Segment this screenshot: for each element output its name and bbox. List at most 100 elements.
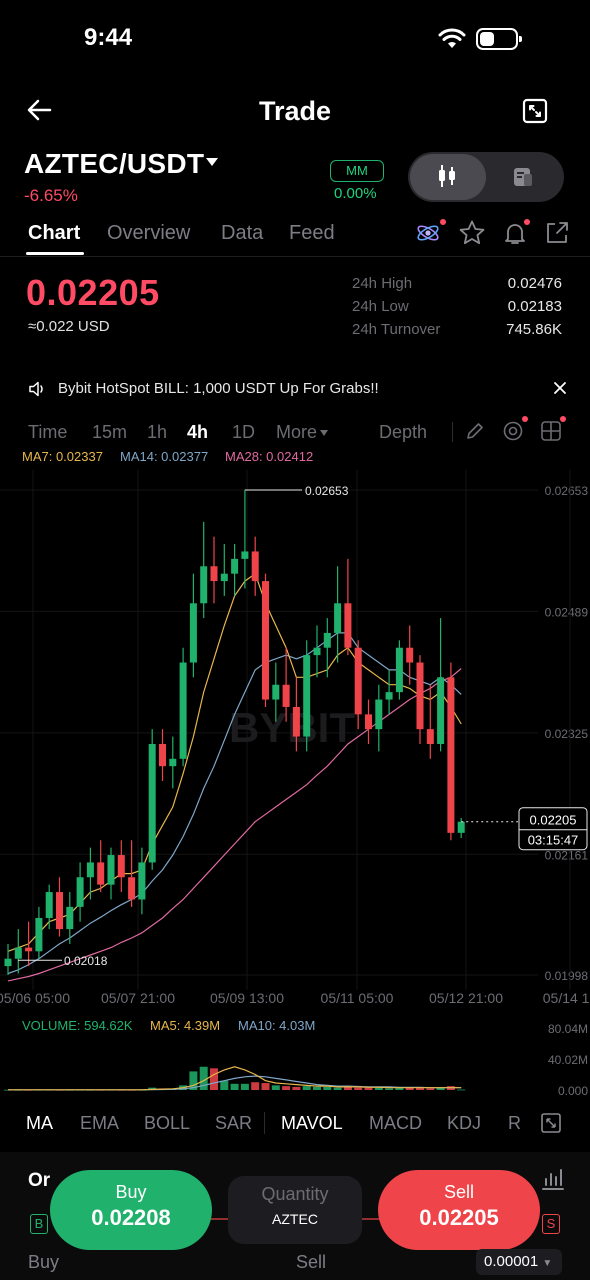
buy-button-price: 0.02208 [91,1205,171,1230]
indicator-settings-icon[interactable] [502,420,524,442]
candle-up [66,906,74,930]
stat-value-24h-low: 0.02183 [507,298,562,315]
more-caret-icon [320,430,328,436]
ma7-line [7,572,462,952]
volume-legend: VOLUME: 594.62K [22,1018,133,1033]
candle-down [210,566,218,582]
tab-feed[interactable]: Feed [289,222,335,245]
x-tick-label: 05/09 13:00 [210,990,284,1006]
volume-tick-label: 0.000 [558,1084,588,1098]
candle-up [334,603,342,633]
usd-equivalent: ≈0.022 USD [28,318,110,335]
tf-1d[interactable]: 1D [232,422,255,443]
fullscreen-icon[interactable] [522,98,548,124]
precision-value: 0.00001 [484,1253,539,1270]
tf-4h[interactable]: 4h [187,422,208,443]
sell-button[interactable]: Sell 0.02205 [378,1170,540,1250]
indicator-divider [264,1112,265,1134]
star-icon[interactable] [458,219,486,247]
x-tick-label: 05/11 05:00 [321,990,394,1006]
precision-select[interactable]: 0.00001 ▼ [476,1249,562,1275]
tf-1h[interactable]: 1h [147,422,167,443]
mm-badge[interactable]: MM [330,160,384,182]
pencil-icon[interactable] [465,421,485,441]
y-tick-label: 0.02489 [545,605,589,619]
ma28-legend: MA28: 0.02412 [225,449,314,464]
buy-button[interactable]: Buy 0.02208 [50,1170,212,1250]
orderbook-sell-header: Sell [296,1252,327,1272]
candle-up [86,862,94,878]
ma7-legend: MA7: 0.02337 [22,449,103,464]
candle-up [457,821,465,833]
candle-down [447,677,455,833]
share-icon[interactable] [543,219,571,247]
volume-bar [220,1080,229,1090]
volume-ma10-legend: MA10: 4.03M [238,1018,315,1033]
orderbook-icon [514,168,532,186]
candle-up [14,947,22,959]
volume-tick-label: 80.04M [548,1022,588,1036]
stat-label-24h-low: 24h Low [352,298,409,315]
ai-notification-dot [440,219,446,225]
tab-data[interactable]: Data [221,222,263,245]
indicator-sar[interactable]: SAR [215,1113,252,1134]
candle-up [189,603,197,663]
speaker-icon [29,381,43,397]
indicator-boll[interactable]: BOLL [144,1113,190,1134]
watermark-logo: BYBIT [229,704,355,751]
x-tick-label: 05/14 13 [543,990,590,1006]
candle-down [159,743,166,767]
caret-down-icon[interactable] [206,158,218,166]
ai-atom-icon[interactable] [414,219,442,247]
indicator-kdj[interactable]: KDJ [447,1113,481,1134]
candle-down [128,877,136,900]
candle-up [45,892,53,918]
candle-up [241,551,249,559]
orderbook-buy-header: Buy [28,1252,60,1272]
candle-up [200,566,208,604]
tf-depth[interactable]: Depth [379,422,427,443]
grid-layout-icon[interactable] [540,420,562,442]
indicator-ma[interactable]: MA [26,1113,53,1134]
candle-up [4,958,12,967]
high-marker-label: 0.02653 [305,484,349,498]
volume-bar [271,1085,280,1090]
indicator-expand-icon[interactable] [540,1112,562,1134]
ma14-legend: MA14: 0.02377 [120,449,209,464]
candle-up [385,692,393,700]
candle-up [395,647,403,693]
mm-value: 0.00% [334,185,377,202]
order-tab-label[interactable]: Or [28,1170,50,1192]
close-icon[interactable] [552,380,568,396]
bell-notification-dot [524,219,530,225]
indicator-ema[interactable]: EMA [80,1113,119,1134]
sell-button-price: 0.02205 [419,1205,499,1230]
candle-up [220,573,228,582]
tf-time[interactable]: Time [28,422,67,443]
tf-more[interactable]: More [276,422,317,443]
precision-caret-icon: ▼ [542,1258,553,1269]
candle-up [169,758,177,767]
candle-down [426,729,434,744]
volume-ma5-legend: MA5: 4.39M [150,1018,220,1033]
low-marker-label: 0.02018 [64,954,108,968]
pair-selector[interactable]: AZTEC/USDT [24,148,204,180]
indicator-macd[interactable]: MACD [369,1113,422,1134]
volume-bar [240,1083,249,1090]
tab-chart[interactable]: Chart [28,222,80,245]
indicator-r[interactable]: R [508,1113,521,1134]
quantity-input[interactable]: Quantity AZTEC [228,1176,362,1244]
quantity-label: Quantity [261,1184,329,1204]
y-tick-label: 0.02161 [545,848,589,862]
chart-mini-icon[interactable] [540,1166,566,1192]
indicator-mavol[interactable]: MAVOL [281,1113,343,1134]
tf-15m[interactable]: 15m [92,422,127,443]
tf-divider [452,422,453,442]
candle-up [375,699,383,730]
quantity-coin: AZTEC [272,1211,318,1227]
announcement-text[interactable]: Bybit HotSpot BILL: 1,000 USDT Up For Gr… [58,380,379,397]
kline-chart[interactable]: 0.02653 0.02489 0.02325 0.02161 0.01998 05/06… [0,470,590,1100]
tab-overview[interactable]: Overview [107,222,190,245]
candle-down [416,662,424,730]
candle-down [406,647,414,663]
